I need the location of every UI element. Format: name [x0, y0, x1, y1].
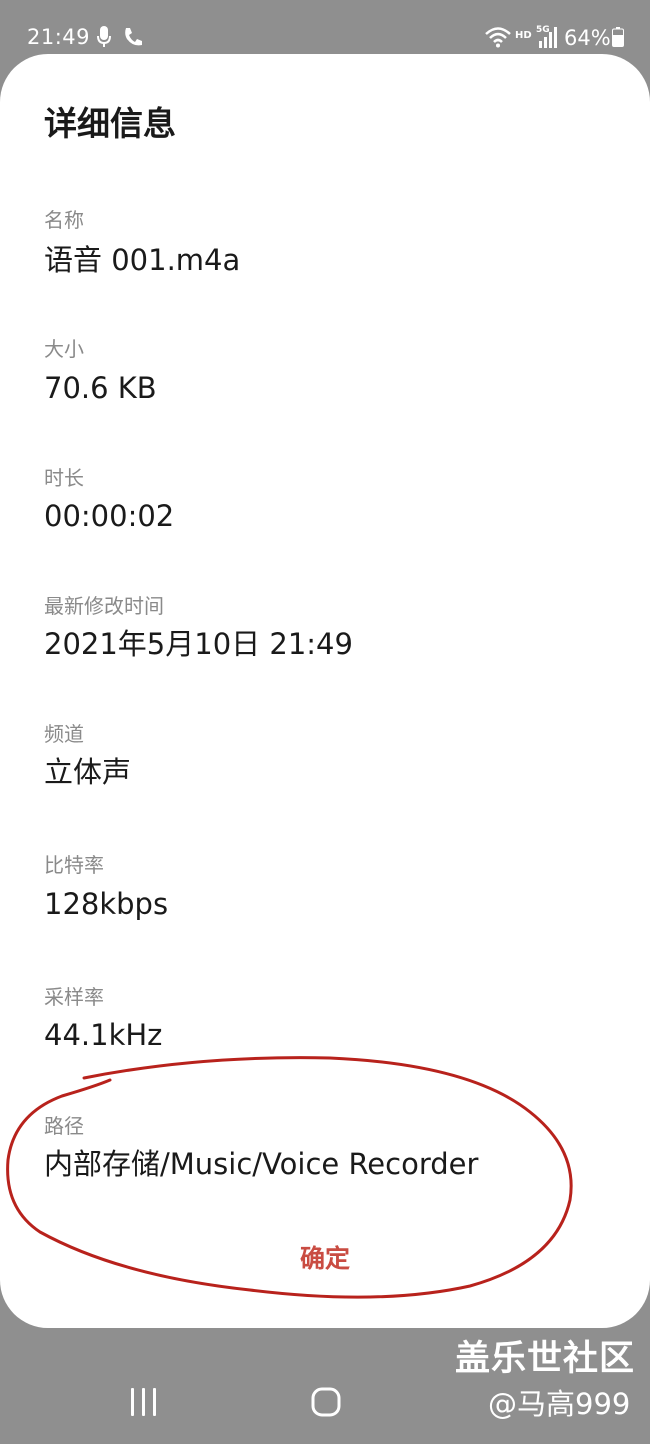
recent-apps-icon[interactable] [128, 1386, 160, 1418]
battery-percent: 64% [564, 26, 611, 50]
status-time: 21:49 [27, 25, 91, 49]
signal-icon [539, 27, 557, 48]
sample-rate-value: 44.1kHz [44, 1018, 163, 1052]
watermark-brand: 盖乐世社区 [455, 1339, 636, 1379]
call-icon [125, 28, 142, 46]
size-value: 70.6 KB [44, 371, 157, 405]
duration-value: 00:00:02 [44, 499, 175, 533]
battery-icon [612, 27, 624, 47]
bitrate-value: 128kbps [44, 887, 169, 921]
name-value: 语音 001.m4a [44, 243, 241, 277]
sample-rate-label: 采样率 [44, 985, 104, 1009]
home-icon[interactable] [310, 1386, 342, 1418]
size-label: 大小 [44, 337, 84, 361]
duration-label: 时长 [44, 466, 84, 490]
ok-button[interactable]: 确定 [265, 1236, 385, 1282]
path-value: 内部存储/Music/Voice Recorder [44, 1147, 479, 1181]
microphone-icon [97, 26, 111, 47]
modified-time-value: 2021年5月10日 21:49 [44, 627, 353, 661]
bitrate-label: 比特率 [44, 853, 104, 877]
channel-label: 频道 [44, 722, 84, 746]
watermark-user: @马高999 [488, 1387, 631, 1421]
path-label: 路径 [44, 1114, 84, 1138]
modified-time-label: 最新修改时间 [44, 594, 164, 618]
dialog-title: 详细信息 [44, 104, 176, 143]
details-dialog: 详细信息 名称 语音 001.m4a 大小 70.6 KB 时长 00:00:0… [0, 54, 650, 1328]
status-bar: 21:49 HD 5G 64% [0, 0, 650, 54]
channel-value: 立体声 [44, 755, 132, 789]
name-label: 名称 [44, 208, 84, 232]
hd-label: HD [515, 30, 532, 41]
wifi-icon [485, 27, 511, 48]
